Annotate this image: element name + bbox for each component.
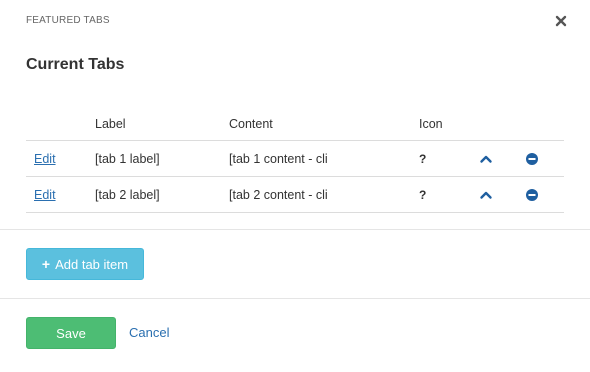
chevron-up-icon[interactable] bbox=[479, 188, 493, 202]
modal-header: FEATURED TABS bbox=[26, 10, 570, 32]
table-row: Edit [tab 1 label] [tab 1 content - cli … bbox=[26, 140, 564, 177]
edit-link[interactable]: Edit bbox=[34, 188, 56, 202]
header-edit bbox=[26, 108, 95, 141]
save-button[interactable]: Save bbox=[26, 317, 116, 349]
minus-circle-icon[interactable] bbox=[525, 188, 539, 202]
featured-tabs-modal: FEATURED TABS Current Tabs Label Content… bbox=[0, 0, 590, 372]
save-label: Save bbox=[56, 325, 86, 341]
table-header-row: Label Content Icon bbox=[26, 108, 564, 141]
add-tab-item-button[interactable]: + Add tab item bbox=[26, 248, 144, 280]
section-title: Current Tabs bbox=[26, 56, 125, 73]
chevron-up-icon[interactable] bbox=[479, 152, 493, 166]
plus-icon: + bbox=[41, 256, 51, 272]
header-move bbox=[479, 108, 525, 141]
close-icon[interactable] bbox=[552, 12, 570, 30]
divider bbox=[0, 229, 590, 230]
header-label: Label bbox=[95, 108, 229, 141]
modal-title: FEATURED TABS bbox=[26, 15, 110, 26]
table-row: Edit [tab 2 label] [tab 2 content - cli … bbox=[26, 176, 564, 213]
header-remove bbox=[525, 108, 564, 141]
divider bbox=[0, 298, 590, 299]
row-icon: ? bbox=[419, 176, 479, 213]
minus-circle-icon[interactable] bbox=[525, 152, 539, 166]
row-content: [tab 1 content - cli bbox=[229, 140, 419, 177]
header-icon: Icon bbox=[419, 108, 479, 141]
row-label: [tab 2 label] bbox=[95, 176, 229, 213]
cancel-link[interactable]: Cancel bbox=[129, 325, 169, 340]
tabs-table: Label Content Icon Edit [tab 1 label] [t… bbox=[26, 108, 564, 213]
row-label: [tab 1 label] bbox=[95, 140, 229, 177]
edit-link[interactable]: Edit bbox=[34, 152, 56, 166]
row-icon: ? bbox=[419, 140, 479, 177]
header-content: Content bbox=[229, 108, 419, 141]
add-tab-item-label: Add tab item bbox=[55, 256, 129, 272]
row-content: [tab 2 content - cli bbox=[229, 176, 419, 213]
